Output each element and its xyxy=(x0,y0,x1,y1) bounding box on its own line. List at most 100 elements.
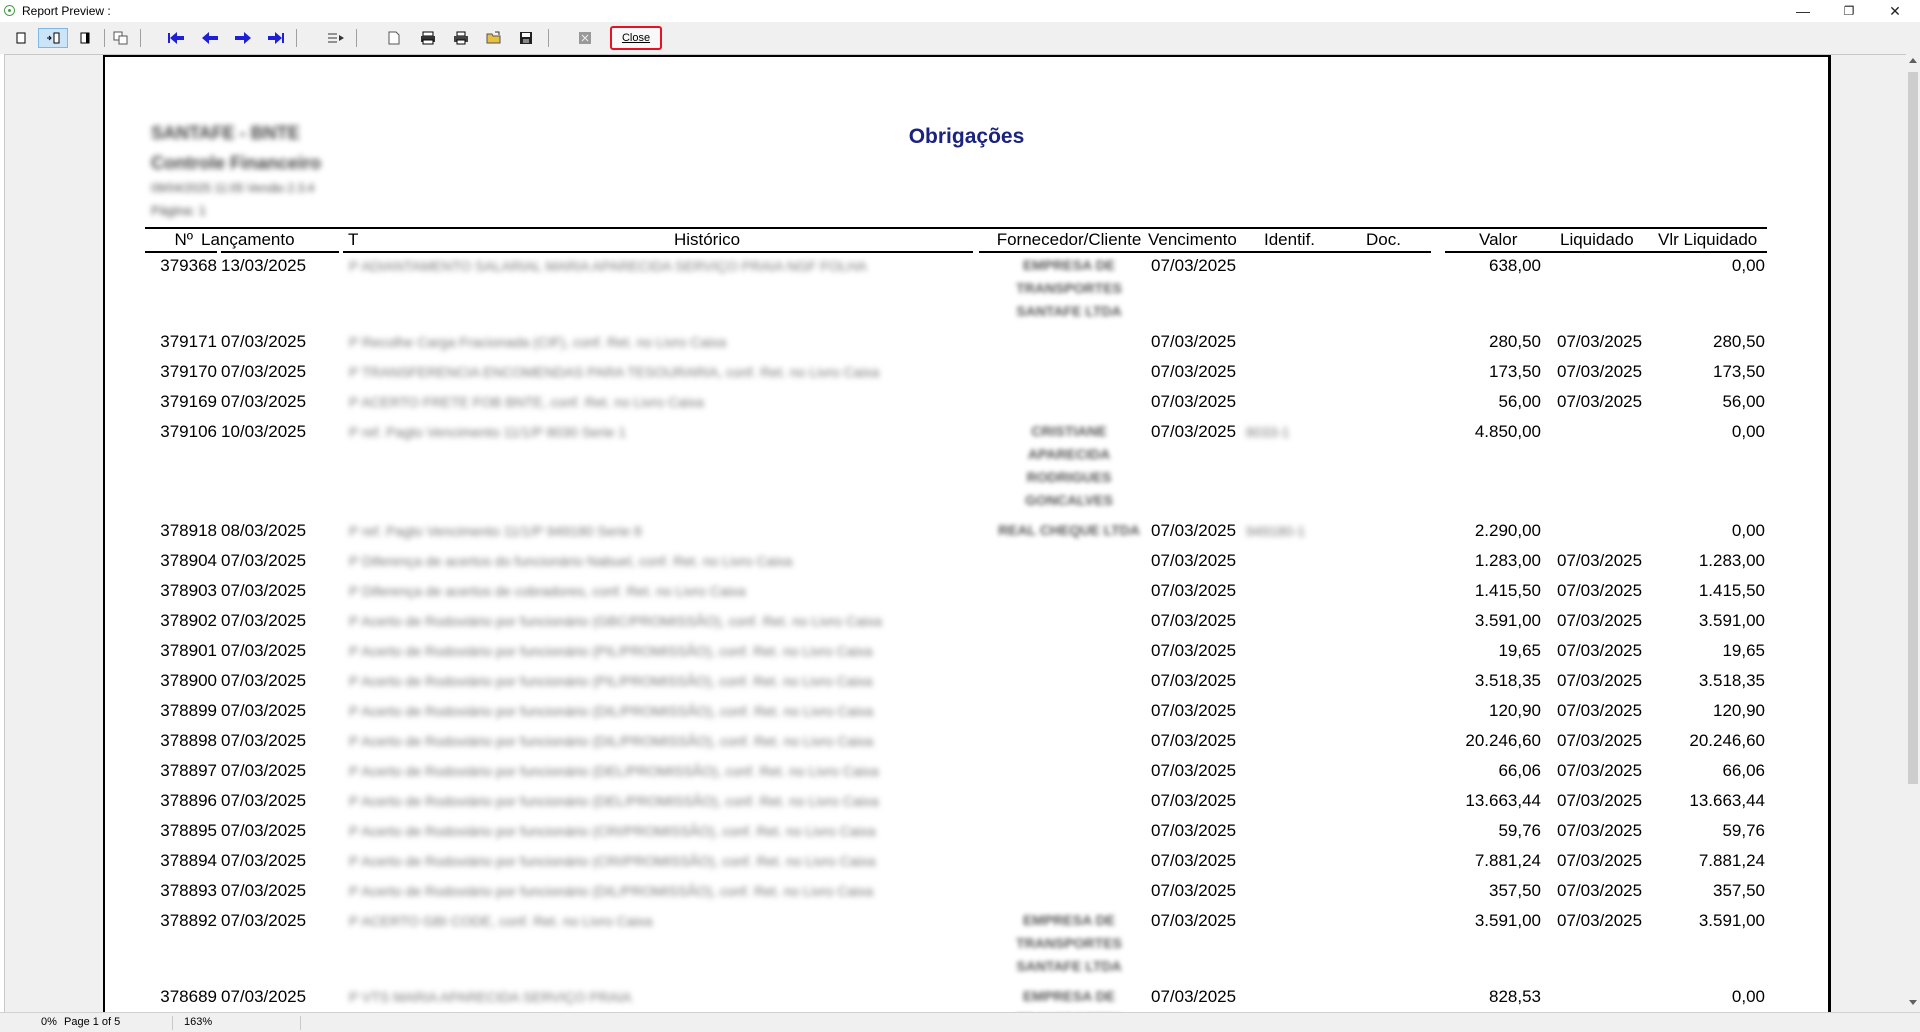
row-fornecedor: EMPRESA DE TRANSPORTES SANTAFE LTDA xyxy=(1016,257,1122,319)
export-button[interactable] xyxy=(576,28,594,48)
row-historico: P Recolhe Carga Fracionada (CIF), conf. … xyxy=(349,334,727,350)
row-vlr-liquidado: 1.283,00 xyxy=(1698,551,1765,570)
row-num: 379171 xyxy=(160,332,217,351)
company-subtitle: Controle Financeiro xyxy=(151,153,322,173)
row-lancamento: 07/03/2025 xyxy=(221,611,307,630)
row-vlr-liquidado: 3.591,00 xyxy=(1698,611,1765,630)
two-pages-button[interactable] xyxy=(78,28,92,48)
page-status: Page 1 of 5 xyxy=(64,1016,121,1028)
two-pages-icon xyxy=(80,32,90,44)
row-num: 378689 xyxy=(160,987,217,1006)
row-valor: 66,06 xyxy=(1498,761,1541,780)
row-vlr-liquidado: 0,00 xyxy=(1731,987,1765,1006)
row-historico: P Acerto de Rodoviário por funcionário (… xyxy=(349,853,876,869)
new-page-button[interactable] xyxy=(386,28,402,48)
prev-page-button[interactable] xyxy=(200,28,220,48)
last-page-button[interactable] xyxy=(266,28,286,48)
scroll-thumb[interactable] xyxy=(1908,72,1918,784)
header-rule xyxy=(343,251,973,253)
row-valor: 59,76 xyxy=(1498,821,1541,840)
col-header-valor: Valor xyxy=(1479,230,1518,249)
row-lancamento: 07/03/2025 xyxy=(221,881,307,900)
first-page-icon xyxy=(168,32,184,44)
row-lancamento: 07/03/2025 xyxy=(221,731,307,750)
row-historico: P VTS MARIA APARECIDA SERVIÇO PRAIA xyxy=(349,989,632,1005)
col-header-vlr-liquidado: Vlr Liquidado xyxy=(1658,230,1758,249)
open-button[interactable] xyxy=(484,28,504,48)
row-vencimento: 07/03/2025 xyxy=(1151,731,1237,750)
header-rule xyxy=(1445,251,1767,253)
row-vencimento: 07/03/2025 xyxy=(1151,881,1237,900)
row-vencimento: 07/03/2025 xyxy=(1151,521,1237,540)
goto-page-icon xyxy=(328,33,344,43)
row-num: 378901 xyxy=(160,641,217,660)
fit-page-button[interactable] xyxy=(38,28,68,48)
col-header-doc: Doc. xyxy=(1366,230,1401,249)
goto-page-button[interactable] xyxy=(326,28,346,48)
scroll-down-icon[interactable] xyxy=(1909,1000,1917,1005)
toolbar: Close xyxy=(0,22,1920,54)
row-historico: P ADIANTAMENTO SALARIAL MARIA APARECIDA … xyxy=(349,258,867,274)
row-vencimento: 07/03/2025 xyxy=(1151,392,1237,411)
first-page-button[interactable] xyxy=(166,28,186,48)
row-num: 379368 xyxy=(160,256,217,275)
col-header-lancamento: Lançamento xyxy=(201,230,295,249)
col-header-num: Nº xyxy=(174,230,194,249)
row-lancamento: 08/03/2025 xyxy=(221,521,307,540)
row-lancamento: 07/03/2025 xyxy=(221,851,307,870)
row-vencimento: 07/03/2025 xyxy=(1151,611,1237,630)
save-button[interactable] xyxy=(516,28,536,48)
row-num: 379169 xyxy=(160,392,217,411)
close-button[interactable]: Close xyxy=(610,26,662,50)
row-historico: P Acerto de Rodoviário por funcionário (… xyxy=(349,793,879,809)
row-lancamento: 07/03/2025 xyxy=(221,791,307,810)
row-historico: P Acerto de Rodoviário por funcionário (… xyxy=(349,613,882,629)
row-num: 378893 xyxy=(160,881,217,900)
row-num: 378902 xyxy=(160,611,217,630)
print-setup-button[interactable] xyxy=(418,28,438,48)
row-valor: 56,00 xyxy=(1498,392,1541,411)
row-vencimento: 07/03/2025 xyxy=(1151,256,1237,275)
row-historico: P ACERTO GBI CODE, conf. Ret. no Livro C… xyxy=(349,913,653,929)
next-page-button[interactable] xyxy=(233,28,253,48)
open-icon xyxy=(486,31,501,44)
row-lancamento: 07/03/2025 xyxy=(221,987,307,1006)
row-valor: 19,65 xyxy=(1498,641,1541,660)
page-width-button[interactable] xyxy=(14,28,28,48)
print-icon xyxy=(454,31,468,45)
row-lancamento: 07/03/2025 xyxy=(221,551,307,570)
row-num: 378896 xyxy=(160,791,217,810)
col-header-historico: Histórico xyxy=(673,230,741,249)
row-vlr-liquidado: 7.881,24 xyxy=(1698,851,1765,870)
row-vencimento: 07/03/2025 xyxy=(1151,851,1237,870)
row-historico: P TRANSFERENCIA ENCOMENDAS PARA TESOURAR… xyxy=(349,364,880,380)
row-num: 379170 xyxy=(160,362,217,381)
row-fornecedor: EMPRESA DE TRANSPORTES SANTAFE LTDA xyxy=(1016,912,1122,974)
row-lancamento: 07/03/2025 xyxy=(221,671,307,690)
row-num: 378897 xyxy=(160,761,217,780)
row-vencimento: 07/03/2025 xyxy=(1151,641,1237,660)
print-button[interactable] xyxy=(451,28,471,48)
row-num: 378892 xyxy=(160,911,217,930)
header-rule xyxy=(979,251,1431,253)
multi-page-button[interactable] xyxy=(112,28,130,48)
row-historico: P Acerto de Rodoviário por funcionário (… xyxy=(349,763,879,779)
row-vlr-liquidado: 0,00 xyxy=(1731,256,1765,275)
row-num: 378904 xyxy=(160,551,217,570)
row-num: 378898 xyxy=(160,731,217,750)
row-lancamento: 07/03/2025 xyxy=(221,821,307,840)
page-label: Página: 1 xyxy=(151,203,206,218)
scroll-up-icon[interactable] xyxy=(1909,58,1917,63)
row-valor: 1.283,00 xyxy=(1474,551,1541,570)
window-close-button[interactable]: ✕ xyxy=(1872,0,1918,22)
row-identif: 949180-1 xyxy=(1246,523,1306,539)
row-lancamento: 07/03/2025 xyxy=(221,581,307,600)
row-vlr-liquidado: 59,76 xyxy=(1722,821,1765,840)
row-valor: 3.591,00 xyxy=(1474,611,1541,630)
print-setup-icon xyxy=(421,31,435,45)
vertical-scrollbar[interactable] xyxy=(1906,54,1920,1012)
row-num: 379106 xyxy=(160,422,217,441)
minimize-button[interactable]: — xyxy=(1780,0,1826,22)
restore-button[interactable]: ❐ xyxy=(1826,0,1872,22)
row-vencimento: 07/03/2025 xyxy=(1151,987,1237,1006)
